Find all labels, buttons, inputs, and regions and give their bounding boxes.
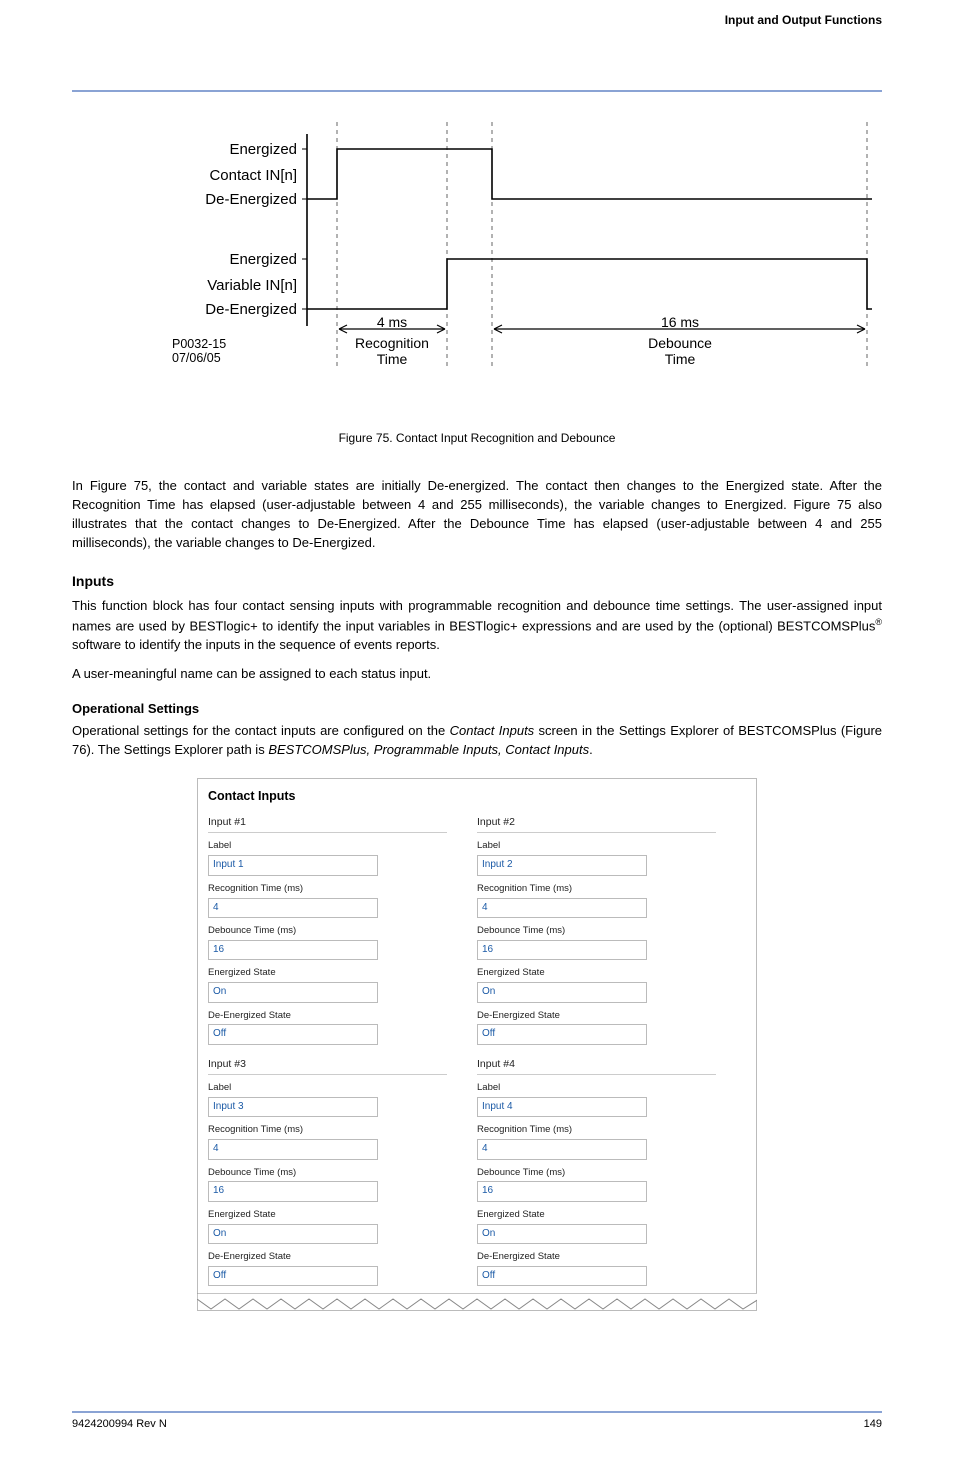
inputs-heading: Inputs [72, 571, 882, 591]
shot-title: Contact Inputs [198, 779, 756, 815]
input-block-4: Input #4 Label Input 4 Recognition Time … [477, 1057, 746, 1287]
input2-label-field[interactable]: Input 2 [477, 855, 647, 876]
svg-text:07/06/05: 07/06/05 [172, 351, 221, 365]
input1-energized-field[interactable]: On [208, 982, 378, 1003]
top-rule [72, 90, 882, 92]
intro-paragraph: In Figure 75, the contact and variable s… [72, 477, 882, 552]
svg-text:Debounce: Debounce [648, 335, 712, 351]
input4-label-field[interactable]: Input 4 [477, 1097, 647, 1118]
input-block-2: Input #2 Label Input 2 Recognition Time … [477, 815, 746, 1045]
op-settings-heading: Operational Settings [72, 700, 882, 719]
input2-debounce-field[interactable]: 16 [477, 940, 647, 961]
svg-text:4 ms: 4 ms [377, 314, 407, 330]
footer-left: 9424200994 Rev N [72, 1417, 167, 1433]
timing-diagram-svg: Energized Contact IN[n] De-Energized Ene… [72, 104, 882, 394]
input1-deenergized-field[interactable]: Off [208, 1024, 378, 1045]
input3-debounce-field[interactable]: 16 [208, 1181, 378, 1202]
input3-deenergized-field[interactable]: Off [208, 1266, 378, 1287]
input1-recognition-field[interactable]: 4 [208, 898, 378, 919]
page-header-right: Input and Output Functions [725, 12, 882, 29]
input-block-3: Input #3 Label Input 3 Recognition Time … [208, 1057, 477, 1287]
input4-debounce-field[interactable]: 16 [477, 1181, 647, 1202]
svg-text:P0032-15: P0032-15 [172, 337, 226, 351]
input3-label-field[interactable]: Input 3 [208, 1097, 378, 1118]
inputs-paragraph-1: This function block has four contact sen… [72, 597, 882, 655]
figure-caption-75: Figure 75. Contact Input Recognition and… [72, 430, 882, 447]
svg-text:De-Energized: De-Energized [205, 301, 297, 318]
svg-text:Time: Time [377, 351, 408, 367]
contact-inputs-screenshot: Contact Inputs Input #1 Label Input 1 Re… [197, 778, 757, 1311]
input3-recognition-field[interactable]: 4 [208, 1139, 378, 1160]
input3-energized-field[interactable]: On [208, 1224, 378, 1245]
svg-text:Recognition: Recognition [355, 335, 429, 351]
svg-text:Energized: Energized [229, 141, 297, 158]
input4-recognition-field[interactable]: 4 [477, 1139, 647, 1160]
inputs-paragraph-2: A user-meaningful name can be assigned t… [72, 665, 882, 684]
svg-text:Variable IN[n]: Variable IN[n] [207, 277, 297, 294]
input4-energized-field[interactable]: On [477, 1224, 647, 1245]
torn-edge-icon [197, 1293, 757, 1311]
svg-text:Time: Time [665, 351, 696, 367]
svg-text:Energized: Energized [229, 251, 297, 268]
input2-energized-field[interactable]: On [477, 982, 647, 1003]
svg-text:16 ms: 16 ms [661, 314, 699, 330]
svg-text:De-Energized: De-Energized [205, 191, 297, 208]
input1-label-field[interactable]: Input 1 [208, 855, 378, 876]
input4-deenergized-field[interactable]: Off [477, 1266, 647, 1287]
page-footer: 9424200994 Rev N 149 [72, 1413, 882, 1433]
op-settings-paragraph: Operational settings for the contact inp… [72, 722, 882, 760]
input-block-1: Input #1 Label Input 1 Recognition Time … [208, 815, 477, 1045]
timing-diagram: Energized Contact IN[n] De-Energized Ene… [72, 104, 882, 400]
input2-deenergized-field[interactable]: Off [477, 1024, 647, 1045]
svg-text:Contact IN[n]: Contact IN[n] [209, 167, 297, 184]
input2-recognition-field[interactable]: 4 [477, 898, 647, 919]
input1-debounce-field[interactable]: 16 [208, 940, 378, 961]
footer-page-number: 149 [864, 1417, 882, 1433]
